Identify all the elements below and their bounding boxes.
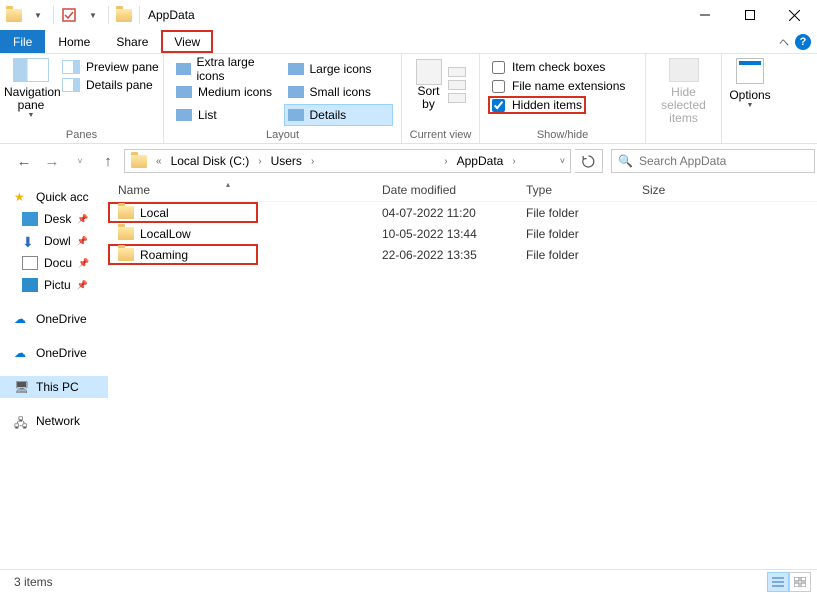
column-headers: Name▴ Date modified Type Size (108, 178, 817, 202)
sort-indicator-icon: ▴ (226, 180, 230, 189)
qat-dropdown-2[interactable]: ▼ (82, 4, 104, 26)
tab-file[interactable]: File (0, 30, 45, 53)
group-by-button[interactable] (448, 80, 466, 90)
col-date[interactable]: Date modified (372, 183, 516, 197)
search-box[interactable]: 🔍 (611, 149, 815, 173)
folder-icon[interactable] (3, 4, 25, 26)
file-date-cell: 10-05-2022 13:44 (372, 227, 516, 241)
tab-home[interactable]: Home (45, 30, 103, 53)
crumb-users[interactable]: Users (267, 150, 306, 172)
tree-downloads[interactable]: ⬇Dowl📌 (0, 230, 108, 252)
group-show-hide: Item check boxes File name extensions Hi… (480, 54, 646, 143)
file-type-cell: File folder (516, 248, 632, 262)
qat-dropdown[interactable]: ▼ (27, 4, 49, 26)
quick-access-toolbar: ▼ ▼ (3, 4, 142, 26)
folder-icon (127, 150, 151, 172)
refresh-button[interactable] (575, 149, 603, 173)
crumb-disk[interactable]: Local Disk (C:) (167, 150, 254, 172)
view-extra-large-icons[interactable]: Extra large icons (172, 58, 282, 80)
tree-quick-access[interactable]: ★Quick acc (0, 186, 108, 208)
view-list[interactable]: List (172, 104, 282, 126)
tab-view[interactable]: View (161, 30, 213, 53)
navigation-bar: ← → ˅ ↑ « Local Disk (C:) › Users › › Ap… (0, 144, 817, 178)
view-small-icons[interactable]: Small icons (284, 81, 394, 103)
sort-by-button[interactable]: Sort by (416, 59, 442, 111)
window-title: AppData (148, 8, 195, 22)
file-name-cell[interactable]: Roaming (108, 244, 258, 265)
file-date-cell: 04-07-2022 11:20 (372, 206, 516, 220)
crumb-hidden[interactable] (319, 150, 439, 172)
file-row[interactable]: Roaming 22-06-2022 13:35File folder (108, 244, 817, 265)
search-input[interactable] (639, 154, 808, 168)
folder-icon (118, 248, 134, 261)
group-layout: Extra large icons Large icons Medium ico… (164, 54, 402, 143)
tree-network[interactable]: 🖧Network (0, 410, 108, 432)
help-icon[interactable]: ? (795, 34, 811, 50)
properties-button[interactable] (58, 4, 80, 26)
group-current-view: Sort by Current view (402, 54, 480, 143)
chevron-icon[interactable]: › (441, 156, 450, 167)
view-thumbnails-toggle[interactable] (789, 572, 811, 592)
status-bar: 3 items (0, 569, 817, 593)
col-name[interactable]: Name▴ (108, 183, 372, 197)
details-pane-button[interactable]: Details pane (62, 78, 159, 92)
maximize-button[interactable] (727, 1, 772, 29)
preview-pane-button[interactable]: Preview pane (62, 60, 159, 74)
view-details[interactable]: Details (284, 104, 394, 126)
tree-desktop[interactable]: Desk📌 (0, 208, 108, 230)
search-icon: 🔍 (618, 154, 633, 168)
file-name-cell[interactable]: LocalLow (108, 227, 372, 241)
folder-icon-2 (113, 4, 135, 26)
file-type-cell: File folder (516, 227, 632, 241)
group-panes: Navigation pane ▼ Preview pane Details p… (0, 54, 164, 143)
item-count: 3 items (14, 575, 53, 589)
view-details-toggle[interactable] (767, 572, 789, 592)
back-button[interactable]: ← (12, 149, 36, 173)
crumb-appdata[interactable]: AppData (453, 150, 508, 172)
content-area: ★Quick acc Desk📌 ⬇Dowl📌 Docu📌 Pictu📌 ☁On… (0, 178, 817, 586)
view-medium-icons[interactable]: Medium icons (172, 81, 282, 103)
options-button[interactable]: Options ▼ (722, 54, 778, 143)
file-row[interactable]: Local 04-07-2022 11:20File folder (108, 202, 817, 223)
tree-this-pc[interactable]: 🖥This PC (0, 376, 108, 398)
hide-selected-items-button[interactable]: Hide selected items (646, 54, 722, 143)
ribbon-tabs: File Home Share View へ ? (0, 30, 817, 54)
address-dropdown[interactable]: ˅ (557, 156, 568, 166)
tree-onedrive-2[interactable]: ☁OneDrive (0, 342, 108, 364)
forward-button[interactable]: → (40, 149, 64, 173)
up-button[interactable]: ↑ (96, 149, 120, 173)
file-name-extensions-checkbox[interactable]: File name extensions (488, 78, 629, 94)
close-button[interactable] (772, 1, 817, 29)
chevron-icon[interactable]: « (153, 156, 165, 167)
file-name-cell[interactable]: Local (108, 202, 258, 223)
navigation-tree: ★Quick acc Desk📌 ⬇Dowl📌 Docu📌 Pictu📌 ☁On… (0, 178, 108, 586)
chevron-icon[interactable]: › (255, 156, 264, 167)
ribbon-collapse-icon[interactable]: へ (779, 34, 789, 49)
file-date-cell: 22-06-2022 13:35 (372, 248, 516, 262)
size-columns-button[interactable] (448, 93, 466, 103)
tree-onedrive-1[interactable]: ☁OneDrive (0, 308, 108, 330)
minimize-button[interactable] (682, 1, 727, 29)
add-columns-button[interactable] (448, 67, 466, 77)
folder-icon (118, 227, 134, 240)
chevron-icon[interactable]: › (509, 156, 518, 167)
tree-documents[interactable]: Docu📌 (0, 252, 108, 274)
recent-locations-button[interactable]: ˅ (68, 149, 92, 173)
hidden-items-checkbox[interactable]: Hidden items (488, 96, 586, 114)
address-bar[interactable]: « Local Disk (C:) › Users › › AppData › … (124, 149, 571, 173)
folder-icon (118, 206, 134, 219)
navigation-pane-button[interactable]: Navigation pane ▼ (4, 56, 58, 119)
col-size[interactable]: Size (632, 183, 732, 197)
col-type[interactable]: Type (516, 183, 632, 197)
item-check-boxes-checkbox[interactable]: Item check boxes (488, 59, 609, 75)
title-bar: ▼ ▼ AppData (0, 0, 817, 30)
tree-pictures[interactable]: Pictu📌 (0, 274, 108, 296)
file-type-cell: File folder (516, 206, 632, 220)
file-row[interactable]: LocalLow10-05-2022 13:44File folder (108, 223, 817, 244)
ribbon: Navigation pane ▼ Preview pane Details p… (0, 54, 817, 144)
view-large-icons[interactable]: Large icons (284, 58, 394, 80)
tab-share[interactable]: Share (103, 30, 161, 53)
file-list: Name▴ Date modified Type Size Local 04-07… (108, 178, 817, 586)
chevron-icon[interactable]: › (308, 156, 317, 167)
